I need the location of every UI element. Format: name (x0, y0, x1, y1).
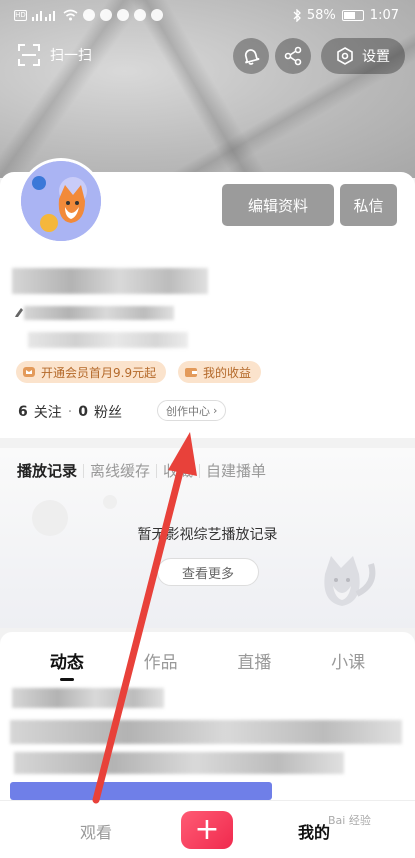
tag-redacted (28, 332, 188, 348)
nav-mine[interactable]: 我的 (298, 819, 330, 843)
play-history-section: 播放记录 离线缓存 收藏 自建播单 暂无影视综艺播放记录 查看更多 (0, 448, 415, 628)
chevron-right-icon: › (213, 404, 218, 417)
battery-icon (341, 10, 364, 21)
app-notification-icon (100, 9, 112, 21)
battery-percent: 58% (306, 8, 336, 23)
view-more-button[interactable]: 查看更多 (157, 558, 259, 586)
clock: 1:07 (369, 8, 399, 23)
post-banner-redacted (10, 782, 272, 800)
fox-avatar-image (21, 161, 101, 241)
app-notification-icon (151, 9, 163, 21)
creator-center-label: 创作中心 (166, 404, 210, 418)
bottom-navigation: 观看 + 我的 (0, 800, 415, 858)
followers-label[interactable]: 粉丝 (94, 402, 122, 422)
wallet-icon (185, 368, 197, 377)
nav-watch[interactable]: 观看 (80, 819, 112, 843)
follow-stats: 6 关注 · 0 粉丝 (18, 402, 122, 422)
settings-hexagon-icon (337, 47, 353, 65)
following-count[interactable]: 6 (18, 404, 28, 420)
app-notification-icon (117, 9, 129, 21)
settings-button[interactable]: 设置 (321, 38, 405, 74)
creator-center-button[interactable]: 创作中心 › (157, 400, 227, 421)
empty-history-text: 暂无影视综艺播放记录 (137, 527, 278, 543)
hd-icon: HD (14, 9, 27, 21)
earnings-label: 我的收益 (203, 365, 252, 380)
create-button[interactable]: + (181, 811, 233, 849)
vip-offer-label: 开通会员首月9.9元起 (41, 365, 157, 380)
share-icon (284, 46, 302, 66)
earnings-badge[interactable]: 我的收益 (178, 361, 262, 383)
share-button[interactable] (275, 38, 311, 74)
watermark-text: Bai 经验 (328, 814, 371, 827)
scan-icon (18, 44, 40, 66)
tab-favorites[interactable]: 收藏 (157, 460, 199, 481)
bluetooth-icon (293, 9, 301, 22)
scan-button[interactable]: 扫一扫 (18, 44, 92, 66)
tab-lessons[interactable]: 小课 (331, 648, 365, 673)
edit-pencil-icon (15, 308, 23, 317)
tab-activity[interactable]: 动态 (50, 648, 84, 681)
app-notification-icon (83, 9, 95, 21)
following-label[interactable]: 关注 (34, 402, 62, 422)
vip-crown-icon (23, 367, 35, 377)
tab-live[interactable]: 直播 (237, 648, 271, 673)
scan-label: 扫一扫 (50, 48, 92, 64)
message-button[interactable]: 私信 (340, 184, 397, 226)
status-bar: HD 58% 1:07 (0, 0, 415, 34)
wifi-icon (63, 9, 78, 21)
tab-playlists[interactable]: 自建播单 (200, 460, 272, 481)
settings-label: 设置 (362, 49, 390, 65)
post-redacted (14, 752, 344, 774)
post-redacted (10, 720, 402, 744)
username-redacted (12, 268, 208, 294)
avatar[interactable] (18, 158, 104, 244)
tab-works[interactable]: 作品 (144, 648, 178, 673)
followers-count[interactable]: 0 (78, 404, 88, 420)
post-redacted (12, 688, 164, 708)
tab-offline-cache[interactable]: 离线缓存 (84, 460, 156, 481)
bell-icon (244, 49, 260, 65)
signal-icon (32, 11, 55, 21)
feed-tabs: 动态 作品 直播 小课 (0, 648, 415, 681)
signature-redacted (24, 306, 174, 320)
fox-mascot-illustration (324, 556, 376, 606)
history-tabs: 播放记录 离线缓存 收藏 自建播单 (17, 460, 272, 481)
tab-play-history[interactable]: 播放记录 (17, 460, 83, 481)
notification-button[interactable] (233, 38, 269, 74)
app-notification-icon (134, 9, 146, 21)
profile-feed-section: 动态 作品 直播 小课 (0, 632, 415, 807)
edit-profile-button[interactable]: 编辑资料 (222, 184, 334, 226)
vip-offer-badge[interactable]: 开通会员首月9.9元起 (16, 361, 167, 383)
